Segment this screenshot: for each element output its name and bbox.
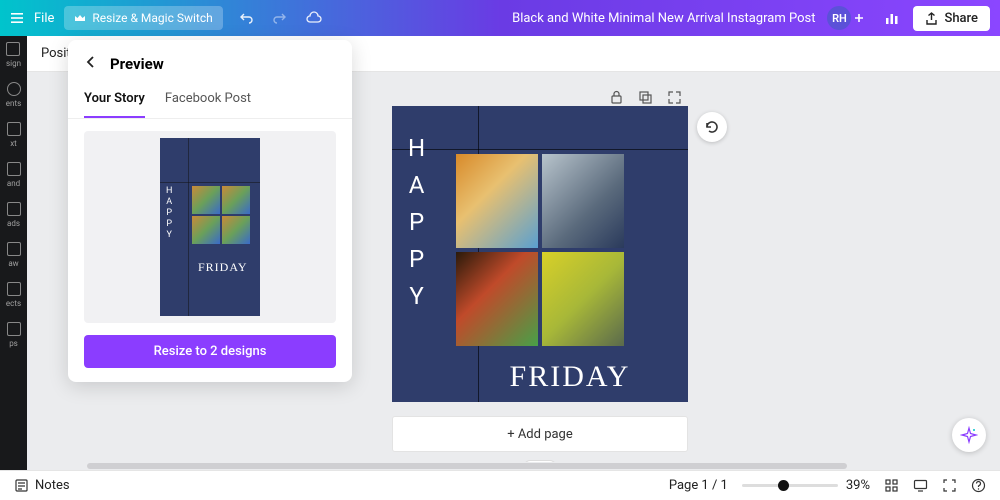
thumb-text-happy: HAPPY [166,186,172,241]
horizontal-scrollbar[interactable] [27,462,1000,470]
artboard[interactable]: HAPPY FRIDAY [392,106,688,402]
rail-text[interactable]: xt [7,122,21,148]
photo-1 [456,154,538,248]
story-thumbnail[interactable]: HAPPY FRIDAY [160,138,260,316]
rail-draw[interactable]: aw [7,242,21,268]
design-title[interactable]: Black and White Minimal New Arrival Inst… [512,11,815,26]
present-icon[interactable] [913,478,928,493]
page-indicator[interactable]: Page 1 / 1 [669,478,728,493]
notes-icon [14,478,29,493]
rail-projects[interactable]: ects [6,282,21,308]
popover-title: Preview [110,55,164,73]
preview-popover: Preview Your Story Facebook Post HAPPY F… [68,40,352,382]
regenerate-button[interactable] [697,112,727,142]
add-page-button[interactable]: + Add page [392,416,688,452]
crown-icon [74,12,86,24]
preview-thumbnail-box: HAPPY FRIDAY [84,131,336,323]
grid-line-h [392,149,688,150]
rail-elements[interactable]: ents [6,82,21,108]
expand-page-icon[interactable] [667,90,682,105]
zoom-value[interactable]: 39% [846,478,870,493]
insights-icon[interactable] [877,3,907,33]
cloud-sync-icon[interactable] [305,11,323,26]
thumb-photo-grid [192,186,250,244]
file-menu[interactable]: File [34,11,54,26]
redo-icon[interactable] [272,11,287,26]
zoom-slider[interactable] [742,484,838,487]
tab-your-story[interactable]: Your Story [84,83,145,118]
back-icon[interactable] [84,54,98,73]
text-happy: HAPPY [408,130,425,315]
notes-button[interactable]: Notes [14,478,70,493]
rail-uploads[interactable]: ads [7,202,21,228]
photo-4 [542,252,624,346]
rail-design[interactable]: sign [6,42,21,68]
fullscreen-icon[interactable] [942,478,957,493]
tab-facebook-post[interactable]: Facebook Post [165,83,251,118]
photo-2 [542,154,624,248]
side-rail: sign ents xt and ads aw ects ps [0,36,27,470]
photo-3 [456,252,538,346]
undo-icon[interactable] [239,11,254,26]
lock-page-icon[interactable] [609,90,624,105]
resize-magic-switch-label: Resize & Magic Switch [92,11,212,25]
resize-magic-switch-button[interactable]: Resize & Magic Switch [64,6,222,30]
notes-label: Notes [35,478,70,493]
rail-apps[interactable]: ps [7,322,21,348]
share-label: Share [944,11,978,26]
ai-assistant-fab[interactable] [952,418,986,452]
grid-view-icon[interactable] [884,478,899,493]
duplicate-page-icon[interactable] [638,90,653,105]
resize-to-designs-button[interactable]: Resize to 2 designs [84,335,336,368]
add-collaborator-button[interactable] [847,6,871,30]
thumb-text-friday: FRIDAY [198,260,248,275]
rail-brand[interactable]: and [7,162,21,188]
upload-icon [925,12,938,25]
help-icon[interactable] [971,478,986,493]
photo-grid [456,154,624,346]
share-button[interactable]: Share [913,6,990,31]
home-menu-icon[interactable] [10,11,24,25]
text-friday: FRIDAY [392,360,688,394]
